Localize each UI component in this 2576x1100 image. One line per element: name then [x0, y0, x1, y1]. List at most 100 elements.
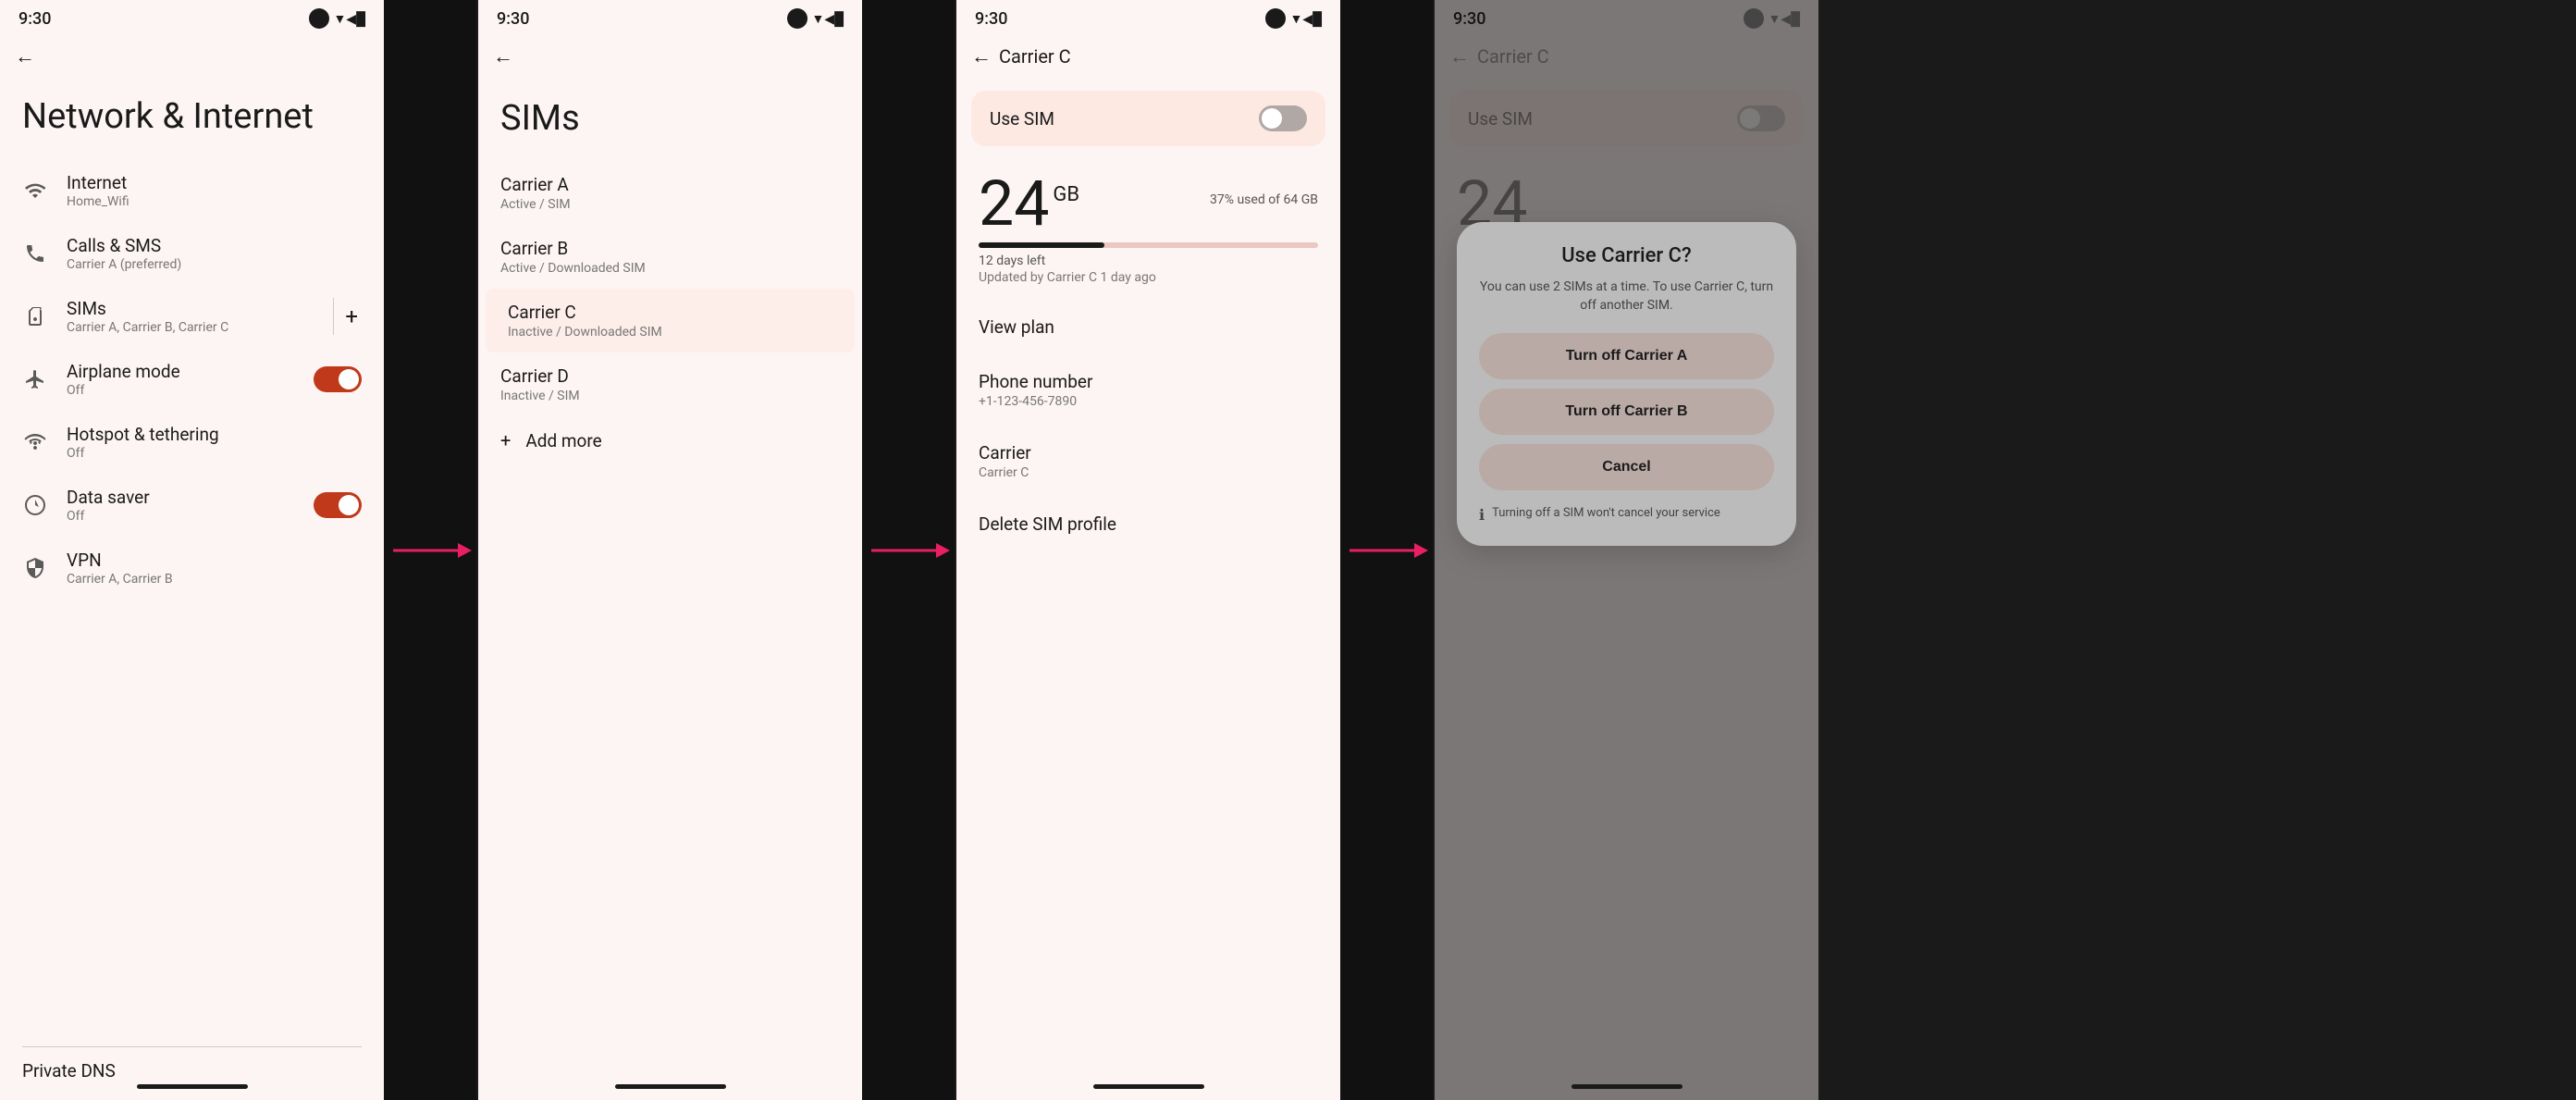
arrow-2 — [867, 532, 950, 569]
home-indicator-3 — [1093, 1084, 1204, 1089]
menu-hotspot[interactable]: Hotspot & tethering Off — [0, 411, 384, 474]
add-more-label: Add more — [525, 430, 601, 451]
add-more-item[interactable]: + Add more — [478, 416, 862, 464]
status-icons-1: ▼◀█ — [309, 8, 365, 29]
use-sim-row[interactable]: Use SIM — [971, 91, 1325, 146]
camera-dot-3 — [1265, 8, 1286, 29]
vpn-text: VPN Carrier A, Carrier B — [67, 550, 362, 587]
time-2: 9:30 — [497, 9, 529, 29]
home-indicator-2 — [615, 1084, 726, 1089]
status-icons-2: ▼◀█ — [787, 8, 844, 29]
back-row-2: ← — [478, 33, 862, 80]
data-section: 24 GB 37% used of 64 GB 12 days left Upd… — [956, 157, 1340, 300]
view-plan-label: View plan — [979, 316, 1318, 338]
vpn-icon — [22, 555, 48, 581]
signal-icons-2: ▼◀█ — [811, 11, 844, 27]
menu-datasaver[interactable]: Data saver Off — [0, 474, 384, 537]
internet-sub: Home_Wifi — [67, 194, 362, 209]
status-icons-3: ▼◀█ — [1265, 8, 1322, 29]
screen-2: 9:30 ▼◀█ ← SIMs Carrier A Active / SIM C… — [478, 0, 862, 1100]
status-bar-1: 9:30 ▼◀█ — [0, 0, 384, 33]
sims-page-title: SIMs — [478, 80, 862, 161]
carrier-d-item[interactable]: Carrier D Inactive / SIM — [478, 352, 862, 416]
wifi-icon — [22, 178, 48, 204]
arrow-3 — [1345, 532, 1428, 569]
add-more-icon: + — [500, 429, 511, 451]
datasaver-label: Data saver — [67, 487, 295, 508]
turn-off-carrier-a-btn[interactable]: Turn off Carrier A — [1479, 333, 1774, 379]
data-bar-bg — [979, 242, 1318, 248]
internet-label: Internet — [67, 172, 362, 193]
carrier-b-item[interactable]: Carrier B Active / Downloaded SIM — [478, 225, 862, 289]
datasaver-toggle[interactable] — [314, 492, 362, 518]
sims-label: SIMs — [67, 298, 307, 319]
phone-number-sub: +1-123-456-7890 — [979, 394, 1318, 409]
back-row-3: ← Carrier C — [956, 33, 1340, 80]
view-plan-item[interactable]: View plan — [956, 300, 1340, 354]
screen-1: 9:30 ▼◀█ ← Network & Internet Internet H… — [0, 0, 384, 1100]
back-arrow-3[interactable]: ← — [971, 44, 992, 68]
back-arrow-2[interactable]: ← — [493, 44, 513, 68]
screen-4: 9:30 ▼◀█ ← Carrier C Use SIM 24 Use Carr… — [1435, 0, 1818, 1100]
menu-airplane[interactable]: Airplane mode Off — [0, 348, 384, 411]
cancel-btn[interactable]: Cancel — [1479, 444, 1774, 490]
data-bar-fill — [979, 242, 1104, 248]
airplane-toggle[interactable] — [314, 366, 362, 392]
data-used: 37% used of 64 GB — [1210, 192, 1318, 207]
back-row-1: ← — [0, 33, 384, 80]
carrier-b-status: Active / Downloaded SIM — [500, 261, 840, 276]
status-bar-3: 9:30 ▼◀█ — [956, 0, 1340, 33]
airplane-icon — [22, 366, 48, 392]
data-row: 24 GB 37% used of 64 GB — [979, 172, 1318, 235]
airplane-label: Airplane mode — [67, 361, 295, 382]
data-updated: Updated by Carrier C 1 day ago — [979, 270, 1318, 285]
hotspot-text: Hotspot & tethering Off — [67, 424, 362, 461]
carrier-item[interactable]: Carrier Carrier C — [956, 426, 1340, 497]
menu-sims[interactable]: SIMs Carrier A, Carrier B, Carrier C + — [0, 285, 384, 348]
sims-divider — [333, 298, 334, 335]
dialog-info-row: ℹ Turning off a SIM won't cancel your se… — [1479, 505, 1774, 524]
carrier-a-item[interactable]: Carrier A Active / SIM — [478, 161, 862, 225]
back-arrow-1[interactable]: ← — [15, 44, 35, 68]
internet-text: Internet Home_Wifi — [67, 172, 362, 209]
carrier-sub: Carrier C — [979, 465, 1318, 480]
phone-number-item[interactable]: Phone number +1-123-456-7890 — [956, 354, 1340, 426]
use-sim-toggle[interactable] — [1259, 105, 1307, 131]
dialog-title: Use Carrier C? — [1479, 244, 1774, 267]
home-indicator-4 — [1571, 1084, 1682, 1089]
dialog-overlay — [1435, 0, 1818, 1100]
menu-calls-sms[interactable]: Calls & SMS Carrier A (preferred) — [0, 222, 384, 285]
page-title-1: Network & Internet — [0, 80, 384, 159]
time-3: 9:30 — [975, 9, 1007, 29]
carrier-c-page-title: Carrier C — [999, 45, 1071, 68]
sim-icon — [22, 303, 48, 329]
menu-internet[interactable]: Internet Home_Wifi — [0, 159, 384, 222]
signal-icons-3: ▼◀█ — [1289, 11, 1322, 27]
calls-sub: Carrier A (preferred) — [67, 257, 362, 272]
sims-sub: Carrier A, Carrier B, Carrier C — [67, 320, 307, 335]
vpn-sub: Carrier A, Carrier B — [67, 572, 362, 587]
datasaver-toggle-thumb — [339, 495, 359, 515]
carrier-c-status: Inactive / Downloaded SIM — [508, 325, 832, 340]
carrier-d-status: Inactive / SIM — [500, 389, 840, 403]
delete-sim-label: Delete SIM profile — [979, 513, 1318, 535]
delete-sim-item[interactable]: Delete SIM profile — [956, 497, 1340, 551]
calls-label: Calls & SMS — [67, 235, 362, 256]
carrier-c-name: Carrier C — [508, 302, 832, 323]
carrier-b-name: Carrier B — [500, 238, 840, 259]
datasaver-sub: Off — [67, 509, 295, 524]
use-sim-thumb — [1262, 108, 1282, 129]
airplane-toggle-thumb — [339, 369, 359, 389]
use-carrier-dialog: Use Carrier C? You can use 2 SIMs at a t… — [1457, 222, 1796, 546]
data-days-left: 12 days left — [979, 253, 1318, 268]
sims-add-btn[interactable]: + — [341, 300, 362, 333]
datasaver-icon — [22, 492, 48, 518]
screen-3: 9:30 ▼◀█ ← Carrier C Use SIM 24 GB 37% u… — [956, 0, 1340, 1100]
turn-off-carrier-b-btn[interactable]: Turn off Carrier B — [1479, 389, 1774, 435]
use-sim-label: Use SIM — [990, 108, 1054, 130]
carrier-c-item[interactable]: Carrier C Inactive / Downloaded SIM — [486, 289, 855, 352]
connector-1 — [384, 0, 476, 1100]
carrier-label: Carrier — [979, 442, 1318, 463]
menu-vpn[interactable]: VPN Carrier A, Carrier B — [0, 537, 384, 599]
phone-number-label: Phone number — [979, 371, 1318, 392]
